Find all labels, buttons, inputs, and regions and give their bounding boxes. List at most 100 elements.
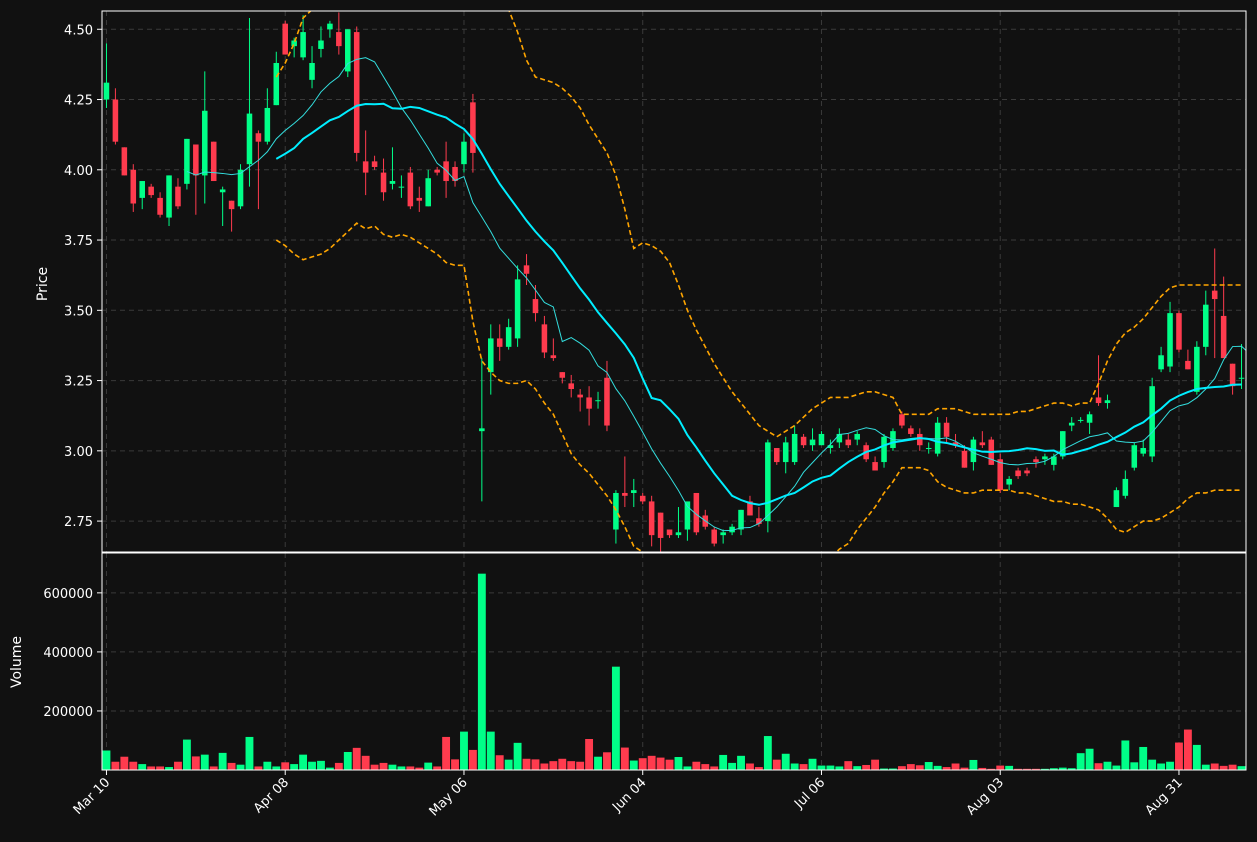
candle-body [622,492,628,496]
candle-body [604,377,610,426]
candle-body [443,161,449,182]
candle-body [997,459,1003,491]
candle-body [184,138,190,184]
candle-body [1211,290,1218,300]
volume-bar [290,764,299,770]
volume-bar [1076,753,1085,770]
candle-body [1194,346,1200,392]
volume-bar [218,752,227,770]
volume-bar [933,765,942,770]
candle-body [1203,304,1209,347]
candle-body [1229,363,1236,387]
volume-bar [120,756,129,770]
candle-body [1140,448,1146,454]
candle-body [711,529,717,544]
candle-body [219,189,226,193]
volume-bar [719,754,728,770]
volume-bar [129,761,138,770]
price-tick-label: 3.00 [64,445,93,460]
price-tick-label: 3.25 [64,375,93,390]
volume-bar [147,766,156,770]
volume-bar [996,765,1005,770]
candle-body [774,448,780,463]
candle-body [631,490,637,493]
volume-bar [549,761,558,770]
candle-body [300,32,306,58]
volume-bar [924,762,933,770]
candle-body [979,442,986,446]
candle-body [1149,386,1155,457]
volume-bar [1183,729,1192,770]
volume-bar [808,758,817,770]
candle-body [255,133,262,142]
candle-body [720,532,726,536]
volume-bar [236,764,245,770]
volume-bar [1094,763,1103,770]
volume-bar [576,761,585,770]
volume-bar [1121,740,1130,770]
candle-body [345,29,351,72]
candle-body [1033,459,1039,463]
volume-bar [200,754,209,770]
volume-bar [361,755,370,770]
volume-bar [1005,765,1014,770]
candle-body [1122,478,1129,496]
volume-bar [871,759,880,770]
volume-tick-label: 600000 [43,587,93,602]
candle-body [961,450,968,468]
volume-bar [370,764,379,770]
volume-axis-label: Volume [9,636,25,688]
volume-bar [442,736,451,770]
volume-bar [692,761,701,770]
volume-bar [1112,765,1121,770]
volume-bar [1148,759,1157,770]
candle-body [881,436,887,463]
candle-body [353,32,360,153]
candle-body [237,169,244,207]
volume-bar [1228,764,1237,770]
volume-bar [567,761,576,770]
volume-bar [388,764,397,770]
candle-body [1086,414,1093,423]
candle-body [309,62,315,80]
volume-bar [1157,763,1166,770]
candle-body [523,265,530,274]
candle-body [899,414,905,426]
candle-body [434,169,440,173]
volume-bar [737,755,745,770]
volume-bar [334,762,343,770]
candle-body [327,23,333,30]
price-tick-label: 3.75 [64,234,93,249]
candle-body [479,428,485,432]
volume-tick-label: 400000 [43,646,93,661]
candle-body [1077,419,1084,421]
volume-bar [1237,766,1246,770]
volume-bar [835,766,844,770]
candle-body [1024,470,1030,474]
volume-bar [174,761,182,770]
candle-body [568,383,574,389]
volume-bar [603,752,611,770]
volume-bar [701,764,710,770]
candle-body [157,197,163,215]
candle-body [1158,355,1164,370]
volume-bar [558,758,567,770]
candle-body [532,299,539,314]
volume-bar [951,763,960,770]
candle-body [845,439,852,446]
candle-body [202,110,208,176]
candle-body [943,422,950,437]
candle-body [273,62,280,106]
candle-body [657,512,664,538]
volume-bar [343,751,352,770]
volume-bar [585,739,594,770]
volume-bar [460,731,468,770]
candle-body [1060,431,1066,457]
volume-bar [468,749,477,770]
candle-body [1104,400,1111,404]
candle-body [407,172,414,207]
volume-bar [182,739,191,770]
volume-bar [397,766,406,770]
candle-body [496,338,503,347]
volume-bar [424,762,433,770]
